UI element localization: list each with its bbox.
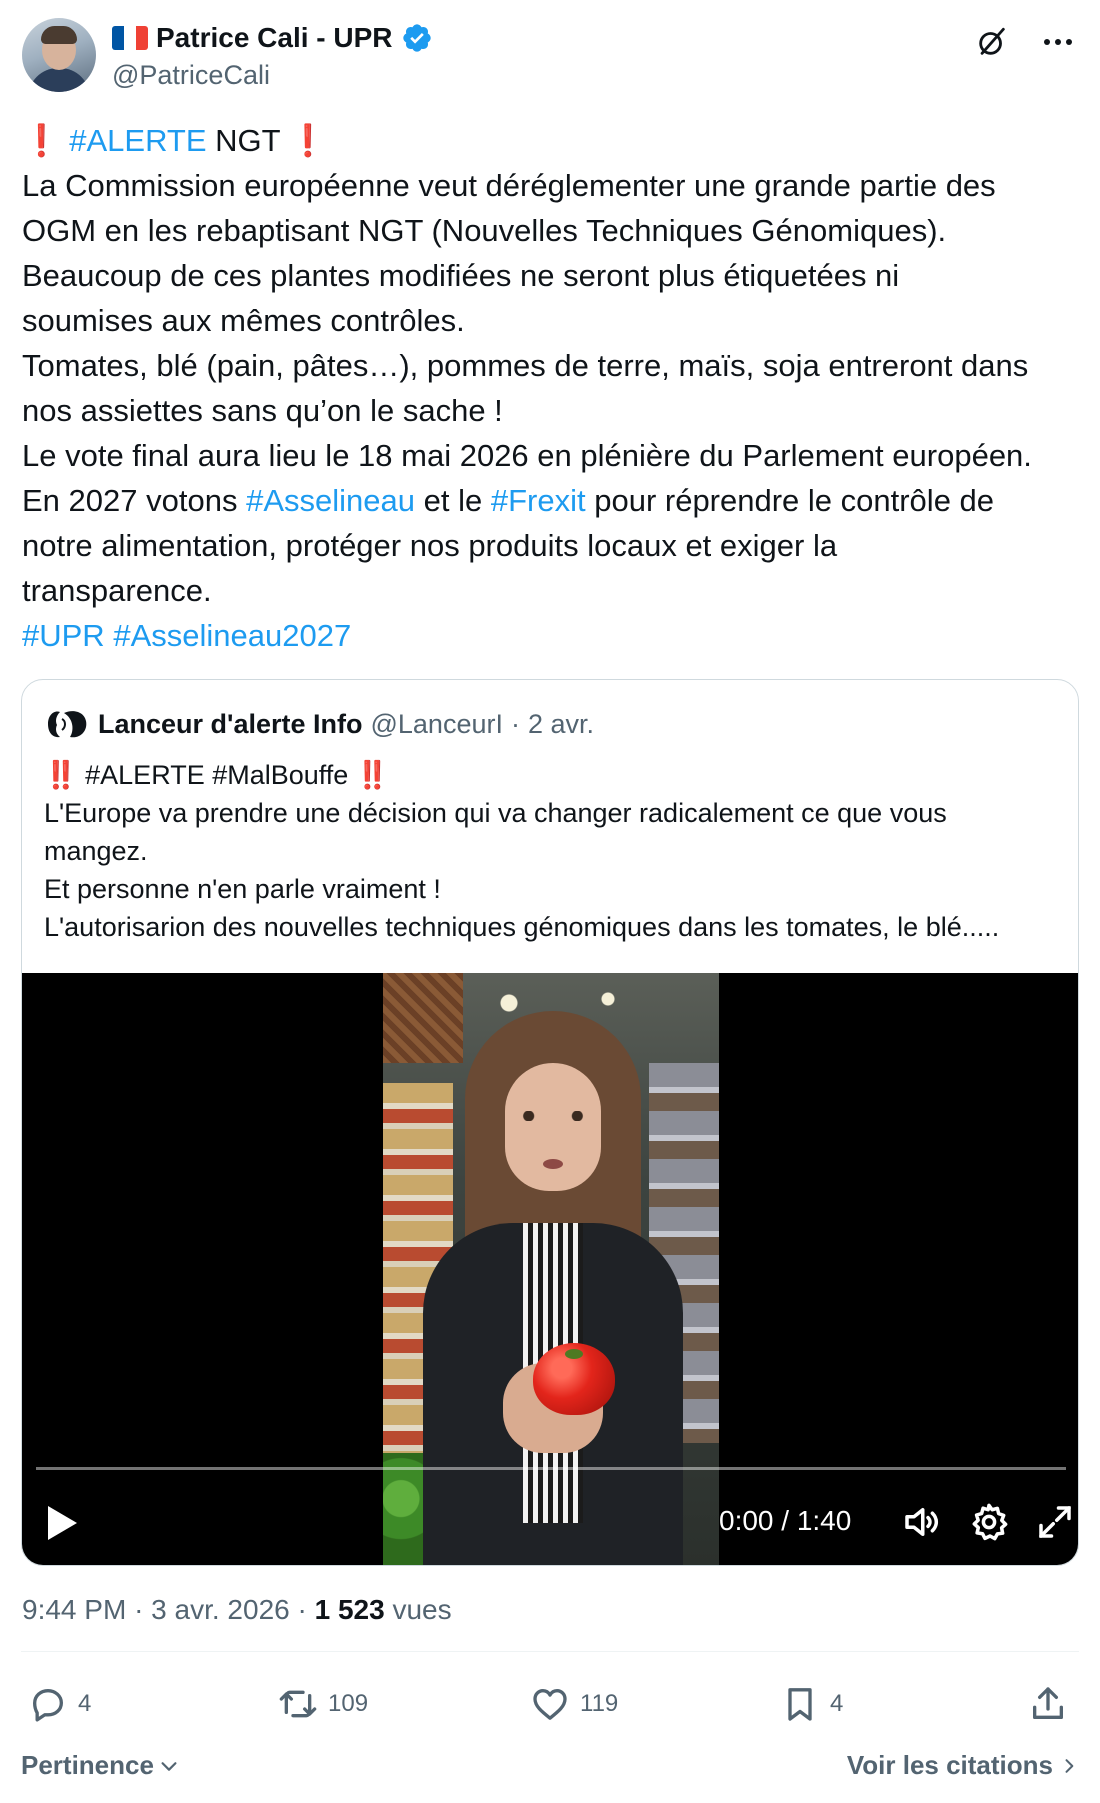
share-icon [1033, 1687, 1063, 1719]
settings-icon[interactable] [968, 1501, 1010, 1543]
vote-text-pre: En 2027 votons [22, 483, 238, 518]
volume-icon[interactable] [900, 1501, 942, 1543]
verified-badge-icon[interactable] [401, 22, 433, 54]
quoted-line: Et personne n'en parle vraiment ! [44, 874, 441, 904]
header-actions [972, 22, 1078, 62]
author-handle[interactable]: @PatriceCali [112, 60, 270, 91]
repost-icon [279, 1690, 317, 1718]
tweet-time[interactable]: 9:44 PM [22, 1594, 126, 1625]
tweet-header: Patrice Cali - UPR @PatriceCali [22, 18, 1078, 94]
video-frame [383, 973, 719, 1565]
view-quotes-link[interactable]: Voir les citations [847, 1750, 1079, 1781]
quoted-line: L'autorisarion des nouvelles techniques … [44, 912, 1000, 942]
hashtag-asselineau2027[interactable]: #Asselineau2027 [113, 618, 351, 653]
tweet-date[interactable]: 3 avr. 2026 [151, 1594, 290, 1625]
quoted-author-name[interactable]: Lanceur d'alerte Info [98, 709, 362, 740]
hashtag-alerte[interactable]: #ALERTE [69, 123, 206, 158]
france-flag-icon [112, 26, 148, 50]
bookmark-icon [788, 1688, 812, 1721]
repost-count: 109 [328, 1690, 369, 1717]
bookmark-button[interactable]: 4 [780, 1680, 843, 1728]
tweet-line: Le vote final aura lieu le 18 mai 2026 e… [22, 438, 1032, 473]
dot-separator: · [134, 1594, 152, 1625]
double-exclamation-icon: ‼️ [44, 760, 78, 790]
fullscreen-icon[interactable] [1034, 1501, 1076, 1543]
quoted-line: mangez. [44, 836, 148, 866]
tweet-line: Tomates, blé (pain, pâtes…), pommes de t… [22, 348, 1029, 383]
author-display-name[interactable]: Patrice Cali - UPR [156, 22, 393, 54]
tweet-line: OGM en les rebaptisant NGT (Nouvelles Te… [22, 213, 947, 248]
replies-controls: Pertinence Voir les citations [21, 1742, 1079, 1792]
vote-text-mid: et le [423, 483, 483, 518]
quoted-body: ‼️ #ALERTE #MalBouffe ‼️ L'Europe va pre… [44, 756, 1064, 946]
like-button[interactable]: 119 [530, 1680, 618, 1728]
tweet-line: transparence. [22, 573, 212, 608]
grok-icon[interactable] [972, 22, 1012, 62]
tweet-line: La Commission européenne veut déréglemen… [22, 168, 996, 203]
reply-count: 4 [78, 1690, 92, 1717]
like-count: 119 [580, 1690, 619, 1717]
like-icon [533, 1689, 567, 1720]
hashtag-frexit[interactable]: #Frexit [491, 483, 586, 518]
hashtag-upr[interactable]: #UPR [22, 618, 105, 653]
video-progress-bar[interactable] [36, 1467, 1066, 1470]
tweet-line: soumises aux mêmes contrôles. [22, 303, 465, 338]
author-name-row[interactable]: Patrice Cali - UPR [112, 20, 433, 56]
tweet-headline: ❗ #ALERTE NGT ❗ [22, 118, 1082, 163]
repost-button[interactable]: 109 [278, 1680, 368, 1728]
tweet-meta: 9:44 PM · 3 avr. 2026 · 1 523 vues [22, 1594, 452, 1626]
video-time: 0:00 / 1:40 [719, 1505, 852, 1536]
dot-separator: · [510, 708, 520, 739]
tweet-line: Beaucoup de ces plantes modifiées ne ser… [22, 258, 900, 293]
views-label: vues [392, 1594, 452, 1625]
quoted-tags: #ALERTE #MalBouffe [85, 760, 349, 790]
tweet-hashtags: #UPR #Asselineau2027 [22, 613, 1082, 658]
sort-label: Pertinence [21, 1750, 154, 1780]
exclamation-icon: ❗ [288, 123, 328, 158]
hashtag-asselineau[interactable]: #Asselineau [246, 483, 415, 518]
tweet-line: nos assiettes sans qu’on le sache ! [22, 393, 503, 428]
share-button[interactable] [1028, 1680, 1068, 1728]
video-player[interactable]: 0:00 / 1:40 [22, 973, 1078, 1565]
play-icon[interactable] [44, 1503, 80, 1543]
quoted-author-handle[interactable]: @LanceurI [370, 709, 502, 740]
dot-separator: · [297, 1594, 315, 1625]
reply-icon [33, 1689, 63, 1722]
double-exclamation-icon: ‼️ [355, 760, 390, 790]
tweet-line-vote: En 2027 votons #Asselineau et le #Frexit… [22, 478, 1082, 523]
chevron-right-icon [1065, 1758, 1074, 1773]
headline-word: NGT [215, 123, 281, 158]
views-count: 1 523 [314, 1594, 385, 1625]
quoted-line: L'Europe va prendre une décision qui va … [44, 798, 947, 828]
reply-button[interactable]: 4 [28, 1680, 91, 1728]
action-bar: 4 109 119 4 [22, 1680, 1078, 1732]
tweet-body: ❗ #ALERTE NGT ❗ La Commission européenne… [22, 118, 1082, 658]
quoted-header: Lanceur d'alerte Info @LanceurI · 2 avr. [44, 706, 594, 742]
lanceur-logo-icon [48, 711, 87, 738]
exclamation-icon: ❗ [22, 123, 61, 158]
chevron-down-icon [161, 1761, 177, 1771]
more-icon[interactable] [1038, 22, 1078, 62]
bookmark-count: 4 [830, 1690, 844, 1717]
vote-text-post: pour réprendre le contrôle de [594, 483, 995, 518]
quoted-headline: ‼️ #ALERTE #MalBouffe ‼️ [44, 756, 1064, 794]
divider [21, 1651, 1079, 1652]
quoted-date[interactable]: 2 avr. [528, 709, 594, 740]
tweet-line: notre alimentation, protéger nos produit… [22, 528, 838, 563]
sort-dropdown[interactable]: Pertinence [21, 1750, 180, 1781]
quoted-tweet[interactable]: Lanceur d'alerte Info @LanceurI · 2 avr.… [21, 679, 1079, 1566]
quotes-label: Voir les citations [846, 1750, 1053, 1780]
author-avatar[interactable] [22, 18, 96, 92]
